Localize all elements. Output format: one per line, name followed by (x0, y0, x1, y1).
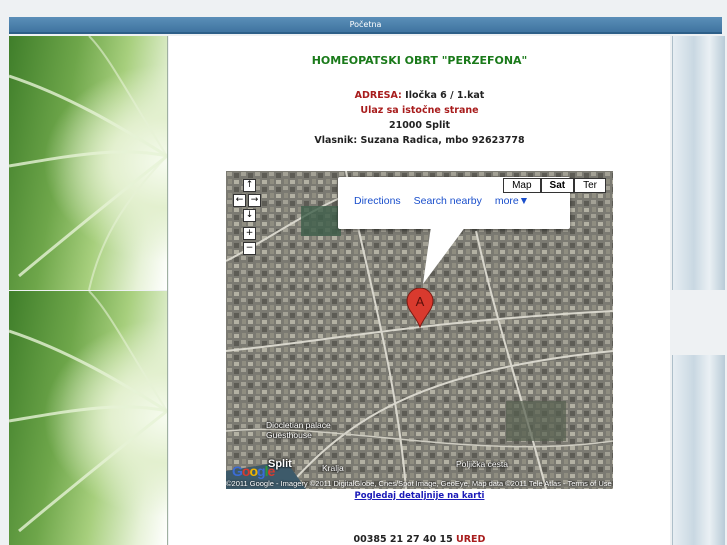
address-entrance: Ulaz sa istočne strane (360, 105, 479, 116)
address-street: Iločka 6 / 1.kat (405, 90, 485, 101)
phone-number: 00385 21 27 40 15 (353, 534, 453, 545)
nav-home-link[interactable]: Početna (9, 17, 722, 32)
more-link[interactable]: more▼ (495, 195, 529, 207)
leaf-image-top (9, 36, 167, 290)
right-panel-bottom (672, 355, 725, 545)
place-label-kralja: Kralja (322, 463, 344, 473)
address-city: 21000 Split (388, 120, 451, 131)
map-type-map-button[interactable]: Map (503, 178, 541, 193)
place-label-poljicka: Poljička cesta (456, 459, 508, 469)
map-type-ter-button[interactable]: Ter (574, 178, 606, 193)
marker-pin-icon[interactable]: A (406, 288, 434, 328)
google-map[interactable]: ↑ ← → ↓ + − Directions Search nearby mor… (226, 171, 613, 489)
main-content: HOMEOPATSKI OBRT "PERZEFONA" ADRESA: Ilo… (169, 36, 670, 545)
top-nav-bar: Početna (9, 17, 722, 34)
phone-label: URED (456, 534, 486, 545)
page-title: HOMEOPATSKI OBRT "PERZEFONA" (311, 54, 528, 67)
pan-left-icon[interactable]: ← (233, 194, 246, 207)
zoom-in-icon[interactable]: + (243, 227, 256, 240)
pan-up-icon[interactable]: ↑ (243, 179, 256, 192)
pan-right-icon[interactable]: → (248, 194, 261, 207)
leaf-image-bottom (9, 291, 167, 545)
zoom-out-icon[interactable]: − (243, 242, 256, 255)
map-type-sat-button[interactable]: Sat (540, 178, 575, 193)
marker-label: A (416, 294, 425, 309)
place-label-diocletian: Diocletian palace (266, 420, 331, 430)
pan-down-icon[interactable]: ↓ (243, 209, 256, 222)
right-panel-top (672, 36, 725, 290)
info-window-tail (423, 226, 466, 284)
place-label-guesthouse: Guesthouse (266, 430, 312, 440)
address-label: ADRESA: (354, 90, 402, 101)
address-block: ADRESA: Iločka 6 / 1.kat Ulaz sa istočne… (169, 88, 670, 148)
view-map-details-link[interactable]: Pogledaj detaljnije na karti (169, 491, 670, 501)
info-window-links: Directions Search nearby more▼ (354, 195, 539, 207)
address-owner: Vlasnik: Suzana Radica, mbo 92623778 (314, 135, 525, 146)
contact-phone: 00385 21 27 40 15 URED (169, 534, 670, 545)
left-decoration (9, 36, 168, 545)
map-attribution: ©2011 Google - Imagery ©2011 DigitalGlob… (226, 479, 612, 488)
search-nearby-link[interactable]: Search nearby (414, 195, 482, 207)
google-logo[interactable]: Google (232, 463, 275, 479)
map-type-control: Map Sat Ter (503, 178, 606, 193)
directions-link[interactable]: Directions (354, 195, 401, 207)
right-decoration (672, 36, 725, 545)
